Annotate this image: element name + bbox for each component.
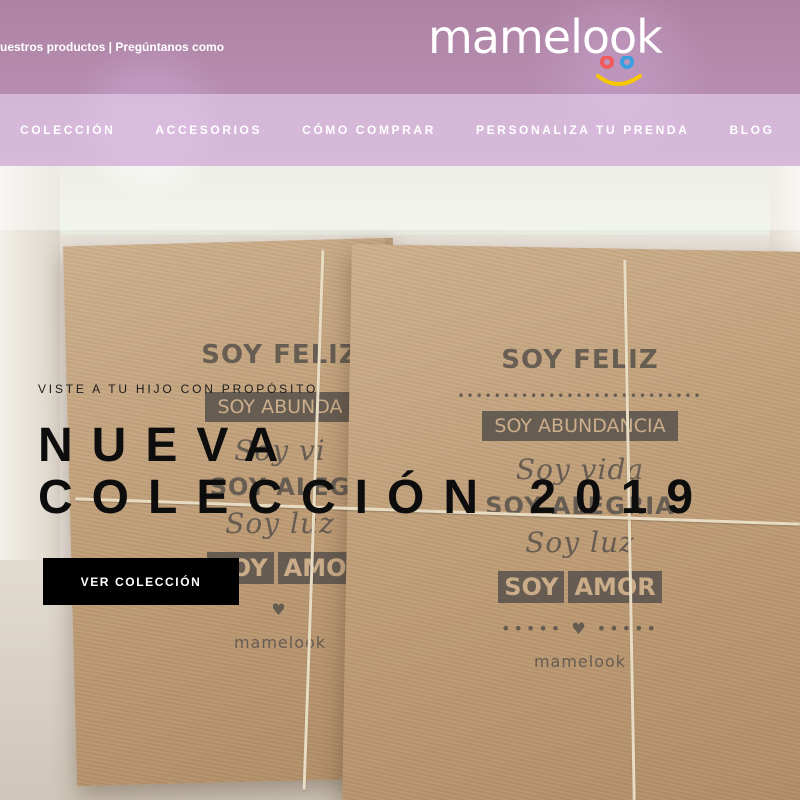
print-line: SOY FELIZ: [501, 345, 659, 375]
site-logo[interactable]: mamelook: [428, 8, 688, 88]
smile-icon: [596, 56, 642, 86]
nav-item-coleccion[interactable]: Colección: [20, 123, 115, 137]
print-word: AMOR: [568, 571, 662, 603]
heart-icon: ••••• ♥ •••••: [501, 619, 659, 638]
logo-wordmark: mamelook: [428, 10, 663, 64]
hero-light-band: [0, 166, 800, 230]
nav-list: Colección Accesorios Cómo comprar Person…: [20, 94, 800, 166]
print-brand: mamelook: [533, 652, 627, 671]
top-bar: uestros productos | Pregúntanos como mam…: [0, 0, 800, 94]
view-collection-button[interactable]: Ver colección: [43, 558, 239, 605]
top-tagline[interactable]: uestros productos | Pregúntanos como: [0, 40, 224, 54]
nav-item-blog[interactable]: Blog: [729, 123, 774, 137]
nav-item-accesorios[interactable]: Accesorios: [155, 123, 262, 137]
print-brand: mamelook: [233, 633, 327, 652]
nav-item-personaliza[interactable]: Personaliza tu prenda: [476, 123, 690, 137]
hero-subtitle: Viste a tu hijo con propósito: [38, 382, 319, 396]
print-word: SOY: [498, 571, 565, 603]
print-line: SOY FELIZ: [201, 340, 359, 370]
main-nav: Colección Accesorios Cómo comprar Person…: [0, 94, 800, 166]
print-word: AMO: [277, 552, 353, 584]
print-dots: •••••••••••••••••••••••••••: [457, 389, 703, 403]
nav-item-como-comprar[interactable]: Cómo comprar: [302, 123, 436, 137]
print-banner: SOY ABUNDA: [205, 392, 355, 422]
print-amor: SOY AMOR: [496, 571, 664, 603]
print-line: Soy luz: [525, 526, 635, 559]
hero-title: Nueva Colección 2019: [38, 420, 713, 524]
